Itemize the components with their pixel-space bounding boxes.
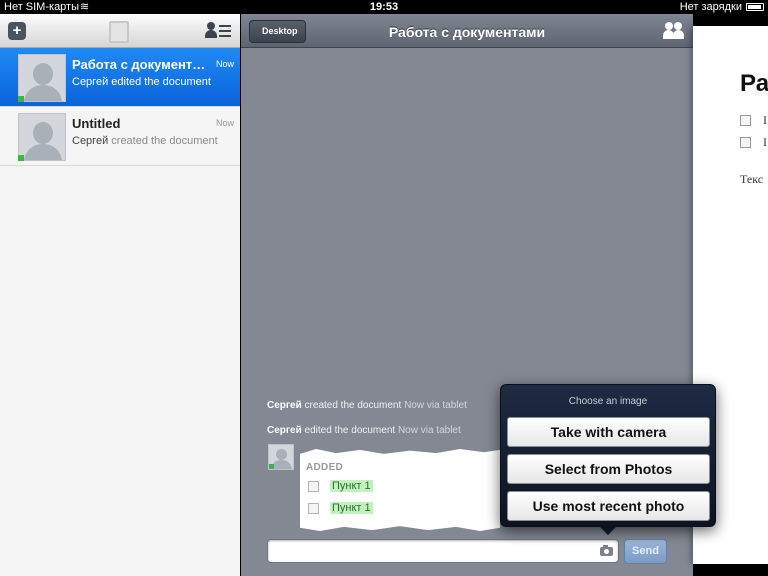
status-bar: Нет SIM-карты ≋ 19:53 Нет зарядки xyxy=(0,0,768,14)
select-from-photos-button[interactable]: Select from Photos xyxy=(507,454,710,484)
event-author: Сергей xyxy=(267,400,302,411)
conversation-author: Сергей xyxy=(72,135,109,147)
conversation-title: Untitled xyxy=(72,116,121,131)
message-input[interactable] xyxy=(267,539,619,563)
avatar xyxy=(18,113,66,161)
activity-event: Сергей created the document Now via tabl… xyxy=(267,400,467,411)
document-icon[interactable] xyxy=(109,21,129,43)
participants-icon[interactable] xyxy=(663,22,685,40)
event-action: created the document xyxy=(304,400,402,411)
sidebar: + Работа с документа… Now Сергей edited … xyxy=(0,14,240,576)
conversation-title: Работа с документа… xyxy=(72,57,212,72)
charging-label: Нет зарядки xyxy=(679,1,742,13)
take-with-camera-button[interactable]: Take with camera xyxy=(507,417,710,447)
conversation-item[interactable]: Untitled Now Сергей created the document xyxy=(0,107,240,166)
popover-arrow xyxy=(598,525,618,535)
camera-icon[interactable] xyxy=(600,545,613,556)
change-item-text: Пункт 1 xyxy=(330,480,373,492)
checkbox[interactable] xyxy=(740,115,751,126)
document-title: Ра xyxy=(740,70,768,97)
avatar xyxy=(18,54,66,102)
sidebar-toolbar: + xyxy=(0,14,240,48)
avatar xyxy=(268,444,294,470)
document-item-text: I xyxy=(763,135,767,149)
send-button[interactable]: Send xyxy=(624,539,667,564)
checkbox xyxy=(308,481,319,492)
clock: 19:53 xyxy=(369,1,399,13)
conversation-subtitle: Сергей created the document xyxy=(72,135,218,147)
chat-navbar: Desktop Работа с документами xyxy=(241,14,693,48)
event-action: edited the document xyxy=(304,425,396,436)
document-body-text: Текс xyxy=(740,172,764,186)
conversation-subtitle: Сергей edited the document xyxy=(72,76,211,88)
image-chooser-popover: Choose an image Take with camera Select … xyxy=(500,384,716,535)
chat-title: Работа с документами xyxy=(388,24,546,40)
popover-title: Choose an image xyxy=(568,396,648,407)
change-card[interactable]: ADDED Пункт 1 Пункт 1 xyxy=(300,449,500,531)
conversation-time: Now xyxy=(215,59,234,69)
activity-event: Сергей edited the document Now via table… xyxy=(267,425,461,436)
document-item-text: I xyxy=(763,113,767,127)
event-meta: Now via tablet xyxy=(397,425,461,436)
event-author: Сергей xyxy=(267,425,302,436)
conversation-time: Now xyxy=(215,118,234,128)
conversation-action: edited the document xyxy=(111,76,211,88)
conversation-author: Сергей xyxy=(72,76,109,88)
online-indicator xyxy=(18,155,24,161)
checkbox[interactable] xyxy=(740,137,751,148)
change-header: ADDED xyxy=(306,462,344,473)
event-meta: Now via tablet xyxy=(404,400,467,411)
conversation-action: created the document xyxy=(111,135,218,147)
online-indicator xyxy=(18,96,24,102)
conversation-item[interactable]: Работа с документа… Now Сергей edited th… xyxy=(0,48,240,107)
checkbox xyxy=(308,503,319,514)
use-recent-photo-button[interactable]: Use most recent photo xyxy=(507,491,710,521)
change-item-text: Пункт 1 xyxy=(330,502,373,514)
battery-icon xyxy=(746,3,764,11)
contacts-icon[interactable] xyxy=(205,22,231,40)
add-document-icon[interactable]: + xyxy=(8,22,26,40)
